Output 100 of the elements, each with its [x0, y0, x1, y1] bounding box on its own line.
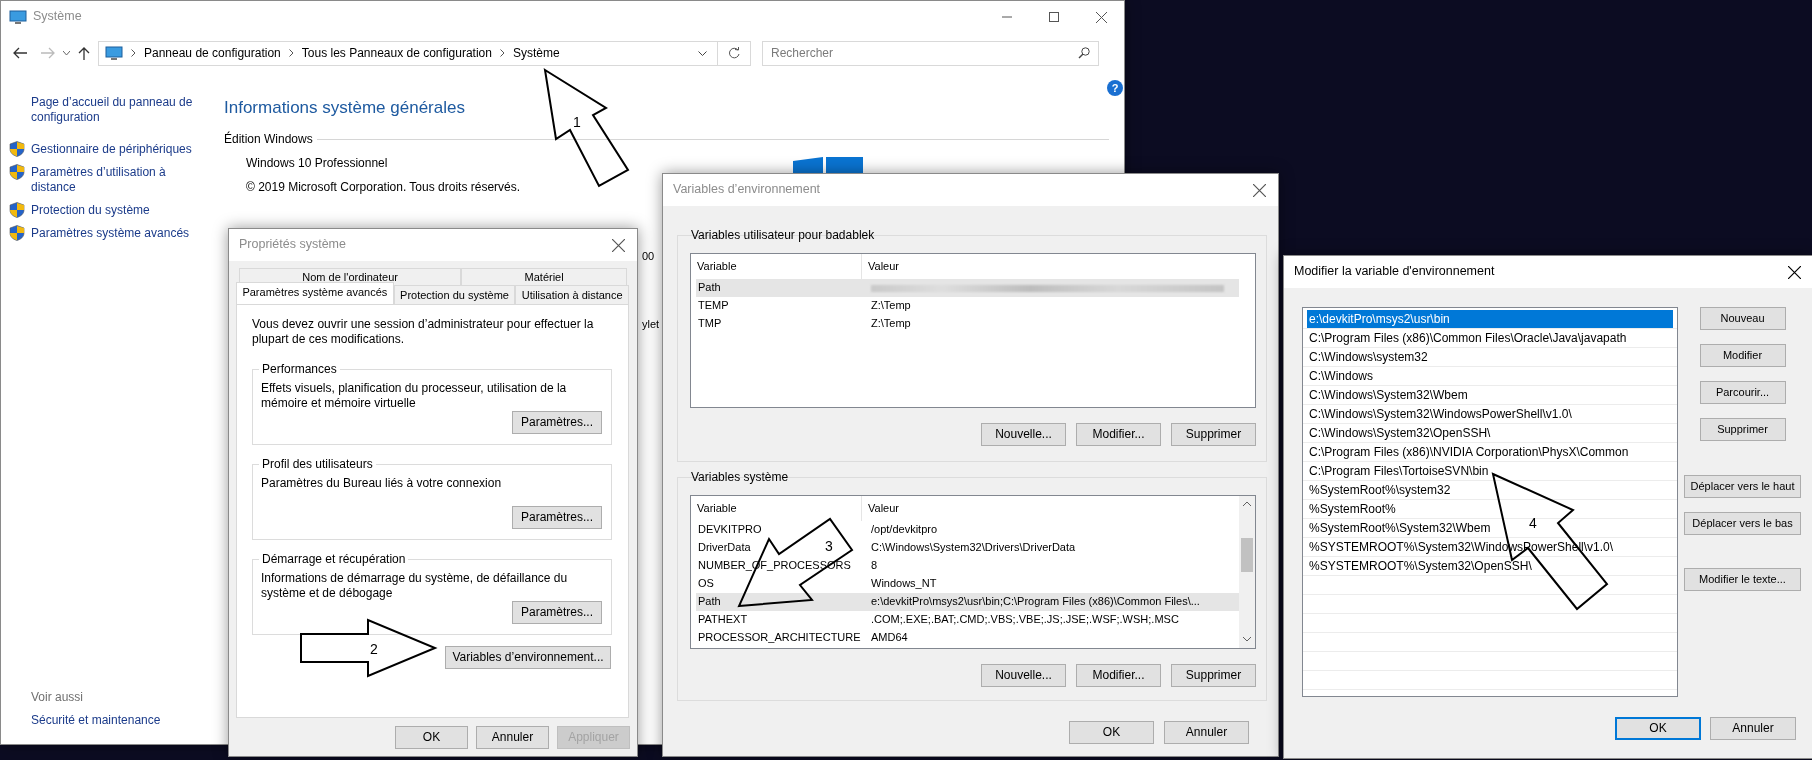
- group-title: Démarrage et récupération: [259, 552, 409, 566]
- button[interactable]: Supprimer: [1171, 423, 1256, 446]
- up-arrow-icon[interactable]: [78, 46, 90, 60]
- window-title: Modifier la variable d'environnement: [1294, 264, 1495, 280]
- step-number: 2: [370, 641, 378, 657]
- tab[interactable]: Protection du système: [393, 285, 516, 304]
- button[interactable]: Annuler: [1164, 721, 1249, 744]
- table-cell: Windows_NT: [871, 577, 937, 591]
- tab[interactable]: Paramètres système avancés: [236, 282, 394, 304]
- info-text: Windows 10 Professionnel: [246, 156, 388, 172]
- button[interactable]: Annuler: [1710, 717, 1796, 740]
- table-cell: e:\devkitPro\msys2\usr\bin;C:\Program Files (x86)\Common Files\...: [871, 595, 1200, 609]
- dropdown-icon[interactable]: [698, 50, 707, 56]
- sidebar-link[interactable]: Paramètres système avancés: [31, 226, 190, 241]
- table-cell: PROCESSOR_ARCHITECTURE: [698, 631, 861, 645]
- info-text: 00: [642, 250, 655, 264]
- scrollbar[interactable]: [1239, 496, 1255, 648]
- sidebar-link[interactable]: Sécurité et maintenance: [31, 713, 161, 727]
- table-cell: DEVKITPRO: [698, 523, 762, 537]
- button[interactable]: Nouveau: [1699, 307, 1786, 330]
- table-cell: Z:\Temp: [871, 299, 911, 313]
- monitor-icon: [9, 9, 27, 25]
- list-item[interactable]: %SystemRoot%: [1307, 500, 1673, 519]
- address-bar[interactable]: Panneau de configuration Tous les Panneaux de configuration Système: [98, 40, 718, 66]
- list-item[interactable]: C:\Program Files (x86)\NVIDIA Corporation\PhysX\Common: [1307, 443, 1673, 462]
- list-item[interactable]: C:\Windows: [1307, 367, 1673, 386]
- column-header[interactable]: Variable: [691, 496, 861, 521]
- button[interactable]: OK: [395, 726, 468, 749]
- window-title: Propriétés système: [239, 237, 346, 253]
- sidebar-link[interactable]: Gestionnaire de périphériques: [31, 142, 192, 157]
- list-item[interactable]: C:\Windows\System32\Wbem: [1307, 386, 1673, 405]
- tab[interactable]: Matériel: [461, 268, 627, 285]
- button[interactable]: Modifier: [1699, 344, 1786, 367]
- button[interactable]: Paramètres...: [512, 506, 602, 529]
- button[interactable]: OK: [1069, 721, 1154, 744]
- button[interactable]: Supprimer: [1171, 664, 1256, 687]
- button[interactable]: Déplacer vers le haut: [1684, 475, 1801, 498]
- button[interactable]: OK: [1615, 717, 1701, 740]
- close-icon[interactable]: [1253, 183, 1266, 197]
- info-text: ylet: [642, 318, 660, 332]
- button[interactable]: Variables d’environnement...: [445, 646, 611, 669]
- sidebar-link[interactable]: Protection du système: [31, 203, 150, 218]
- search-field[interactable]: Rechercher: [762, 40, 1099, 66]
- column-header[interactable]: Variable: [691, 254, 861, 279]
- group-title: Variables utilisateur pour badablek: [690, 228, 876, 242]
- button[interactable]: Supprimer: [1699, 418, 1786, 441]
- list-item[interactable]: C:\Windows\System32\OpenSSH\: [1307, 424, 1673, 443]
- button[interactable]: Modifier...: [1076, 664, 1161, 687]
- table-cell: Path: [698, 281, 721, 295]
- group-text: Effets visuels, planification du processeur, utilisation de la mémoire et mémoire virtuelle: [261, 381, 568, 411]
- list-item[interactable]: C:\Program Files (x86)\Common Files\Oracle\Java\javapath: [1307, 329, 1673, 348]
- breadcrumb-link[interactable]: Panneau de configuration: [144, 45, 281, 61]
- refresh-icon[interactable]: [728, 47, 740, 59]
- list-item[interactable]: C:\Windows\system32: [1307, 348, 1673, 367]
- table-cell: Z:\Temp: [871, 317, 911, 331]
- table-row[interactable]: Path: [696, 279, 1239, 297]
- button[interactable]: Paramètres...: [512, 601, 602, 624]
- breadcrumb-link[interactable]: Système: [512, 45, 560, 61]
- shield-icon: [9, 164, 25, 180]
- table-cell: AMD64: [871, 631, 908, 645]
- button[interactable]: Parcourir...: [1699, 381, 1786, 404]
- button[interactable]: Déplacer vers le bas: [1684, 512, 1801, 535]
- table-cell: DriverData: [698, 541, 751, 555]
- list-item[interactable]: e:\devkitPro\msys2\usr\bin: [1307, 310, 1673, 329]
- breadcrumb-link[interactable]: Tous les Panneaux de configuration: [301, 45, 492, 61]
- close-icon[interactable]: [1788, 265, 1801, 279]
- button[interactable]: Paramètres...: [512, 411, 602, 434]
- button[interactable]: Modifier le texte...: [1684, 568, 1801, 591]
- table-row[interactable]: Path e:\devkitPro\msys2\usr\bin;C:\Program Files (x86)\Common Files\...: [696, 593, 1239, 611]
- monitor-icon: [105, 45, 123, 61]
- notice-text: Vous devez ouvrir une session d’administrateur pour effectuer la plupart de ces modifications.: [252, 317, 595, 347]
- list-item[interactable]: %SYSTEMROOT%\System32\OpenSSH\: [1307, 557, 1673, 576]
- window-title: Système: [33, 9, 82, 25]
- table-cell: 8: [871, 559, 878, 573]
- list-item[interactable]: C:\Program Files\TortoiseSVN\bin: [1307, 462, 1673, 481]
- maximize-icon[interactable]: [1049, 12, 1059, 22]
- button[interactable]: Annuler: [476, 726, 549, 749]
- tab[interactable]: Utilisation à distance: [515, 285, 629, 304]
- list-item[interactable]: %SystemRoot%\system32: [1307, 481, 1673, 500]
- button[interactable]: Nouvelle...: [981, 664, 1066, 687]
- close-icon[interactable]: [612, 238, 625, 252]
- sidebar-link[interactable]: Page d’accueil du panneau de configuration: [31, 95, 203, 125]
- table-cell: Path: [698, 595, 721, 609]
- button[interactable]: Nouvelle...: [981, 423, 1066, 446]
- table-cell: PATHEXT: [698, 613, 748, 627]
- back-arrow-icon[interactable]: [13, 47, 27, 59]
- list-item[interactable]: C:\Windows\System32\WindowsPowerShell\v1.0\: [1307, 405, 1673, 424]
- search-icon: [1078, 46, 1090, 59]
- table-cell: TEMP: [698, 299, 729, 313]
- table-cell: /opt/devkitpro: [871, 523, 938, 537]
- sidebar-link[interactable]: Paramètres d’utilisation à distance: [31, 165, 203, 195]
- section-label: Voir aussi: [30, 690, 85, 705]
- info-text: © 2019 Microsoft Corporation. Tous droits réservés.: [246, 180, 521, 196]
- close-icon[interactable]: [1096, 11, 1107, 23]
- button[interactable]: Modifier...: [1076, 423, 1161, 446]
- table-cell: OS: [698, 577, 714, 591]
- caret-icon[interactable]: [63, 51, 70, 55]
- group-title: Profil des utilisateurs: [259, 457, 376, 471]
- shield-icon: [9, 202, 25, 218]
- page-heading: Informations système générales: [224, 97, 466, 119]
